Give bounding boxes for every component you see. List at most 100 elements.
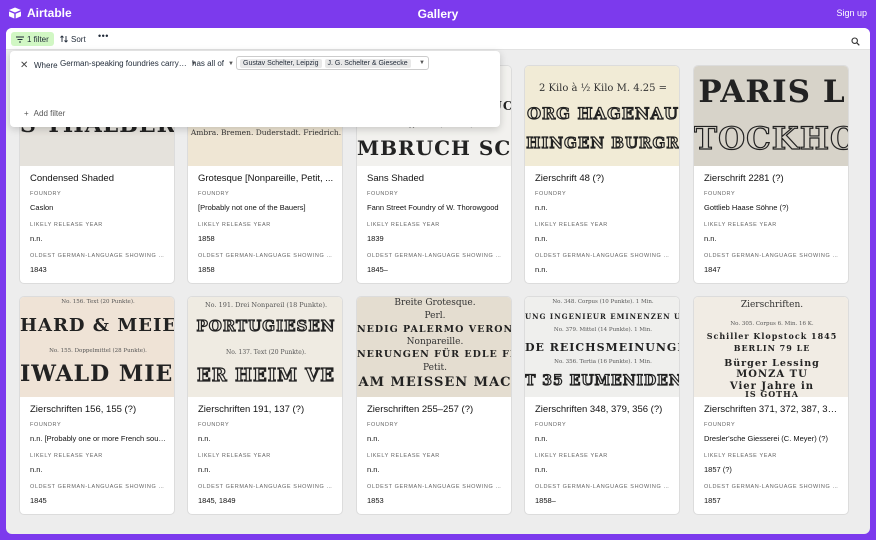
search-icon — [851, 37, 860, 46]
search-button[interactable] — [851, 33, 860, 51]
card-specimen-image: PARIS L TOCKHOL — [694, 66, 848, 166]
gallery-card[interactable]: No. 156. Text (20 Punkte). HARD & MEIER No… — [19, 296, 175, 515]
view-toolbar: 1 filter Sort ••• — [6, 28, 870, 50]
oldest-showing-value: 1857 — [704, 496, 721, 505]
foundry-value: n.n. [Probably one or more French source… — [30, 434, 166, 443]
card-title: Zierschriften 255–257 (?) — [367, 404, 474, 415]
oldest-showing-label: Oldest German-language showing I've… — [704, 253, 840, 259]
specimen-text: HINGEN BURGR — [526, 133, 680, 152]
specimen-text: No. 137. Text (20 Punkte). — [225, 349, 307, 356]
sign-up-link[interactable]: Sign up — [836, 8, 867, 18]
specimen-text: No. 348. Corpus (10 Punkte). 1 Min. — [552, 299, 654, 305]
gallery-card[interactable]: Zierschriften. No. 305. Corpus 6. Min. 16… — [693, 296, 849, 515]
card-specimen-image: No. 191. Drei Nonpareil (18 Punkte). PORT… — [188, 297, 342, 397]
sort-button[interactable]: Sort — [60, 32, 86, 46]
release-year-label: Likely release year — [198, 453, 271, 459]
app-header: Airtable Gallery Sign up — [0, 0, 876, 27]
filter-field-select[interactable]: German-speaking foundries carry… ▼ — [60, 59, 197, 68]
card-title: Condensed Shaded — [30, 173, 114, 184]
release-year-label: Likely release year — [367, 222, 440, 228]
specimen-text: AM MEISSEN MAC — [358, 375, 512, 390]
specimen-text: MBRUCH SCHUR — [357, 136, 512, 160]
specimen-text: Nonpareille. — [406, 337, 464, 347]
oldest-showing-value: 1845 — [30, 496, 47, 505]
card-title: Zierschriften 371, 372, 387, 38... — [704, 404, 840, 415]
specimen-text: Breite Grotesque. — [394, 298, 476, 308]
oldest-showing-label: Oldest German-language showing I've… — [535, 253, 671, 259]
release-year-value: 1858 — [198, 234, 215, 243]
card-specimen-image: Zierschriften. No. 305. Corpus 6. Min. 16… — [694, 297, 848, 397]
specimen-text: NERUNGEN FÜR EDLE FR — [357, 349, 512, 360]
foundry-label: Foundry — [367, 422, 399, 428]
foundry-value: n.n. — [367, 434, 380, 443]
filter-button-label: 1 filter — [27, 34, 49, 44]
specimen-text: UNG INGENIEUR EMINENZEN UNIV — [525, 312, 679, 321]
oldest-showing-value: 1847 — [704, 265, 721, 274]
oldest-showing-label: Oldest German-language showing I've… — [535, 484, 671, 490]
card-title: Zierschriften 348, 379, 356 (?) — [535, 404, 663, 415]
foundry-label: Foundry — [535, 191, 567, 197]
oldest-showing-label: Oldest German-language showing I've… — [30, 253, 166, 259]
specimen-text: No. 379. Mittel (14 Punkte). 1 Min. — [553, 327, 653, 333]
release-year-value: n.n. — [535, 234, 548, 243]
foundry-label: Foundry — [704, 422, 736, 428]
foundry-label: Foundry — [30, 191, 62, 197]
filter-value-chip: J. G. Schelter & Giesecke — [324, 58, 411, 68]
remove-condition-close-icon[interactable]: ✕ — [20, 60, 28, 71]
release-year-value: n.n. — [30, 465, 43, 474]
specimen-text: T 35 EUMENIDEN 82 V — [525, 372, 680, 389]
oldest-showing-label: Oldest German-language showing I've… — [367, 253, 503, 259]
card-specimen-image: No. 348. Corpus (10 Punkte). 1 Min. UNG I… — [525, 297, 680, 397]
oldest-showing-label: Oldest German-language showing I've… — [367, 484, 503, 490]
gallery-card[interactable]: No. 191. Drei Nonpareil (18 Punkte). PORT… — [187, 296, 343, 515]
gallery-card[interactable]: No. 348. Corpus (10 Punkte). 1 Min. UNG I… — [524, 296, 680, 515]
foundry-value: Caslon — [30, 203, 54, 212]
foundry-label: Foundry — [367, 191, 399, 197]
filter-icon — [16, 36, 24, 42]
filter-operator-select[interactable]: has all of ▼ — [192, 59, 234, 68]
specimen-text: BERLIN 79 LE — [733, 343, 811, 353]
specimen-text: Schiller Klopstock 1845 — [706, 331, 838, 341]
specimen-text: PORTUGIESEN — [196, 316, 336, 335]
specimen-text: No. 156. Text (20 Punkte). — [61, 299, 135, 305]
specimen-text: No. 155. Doppelmittel (28 Punkte). — [49, 348, 147, 354]
plus-icon: + — [24, 109, 29, 118]
add-filter-button[interactable]: + Add filter — [24, 109, 65, 118]
filter-values-select[interactable]: Gustav Schelter, Leipzig J. G. Schelter … — [236, 56, 429, 70]
foundry-label: Foundry — [535, 422, 567, 428]
specimen-text: IS GOTHA — [745, 389, 799, 397]
more-options-button[interactable]: ••• — [98, 31, 109, 41]
gallery-card[interactable]: Breite Grotesque. Perl. NEDIG PALERMO VERO… — [356, 296, 512, 515]
filter-button[interactable]: 1 filter — [11, 32, 54, 46]
oldest-showing-value: 1858 — [198, 265, 215, 274]
release-year-value: 1839 — [367, 234, 384, 243]
release-year-label: Likely release year — [30, 453, 103, 459]
card-title: Zierschrift 2281 (?) — [704, 173, 784, 184]
oldest-showing-value: 1843 — [30, 265, 47, 274]
specimen-text: DE REICHSMEINUNGEN HO — [525, 341, 679, 354]
gallery-card[interactable]: PARIS L TOCKHOL Zierschrift 2281 (?) Foundr… — [693, 65, 849, 284]
release-year-label: Likely release year — [198, 222, 271, 228]
card-title: Grotesque [Nonpareille, Petit, ... — [198, 173, 334, 184]
card-specimen-image: No. 156. Text (20 Punkte). HARD & MEIER No… — [20, 297, 174, 397]
specimen-text: MONZA TU — [736, 369, 808, 380]
chevron-down-icon: ▼ — [419, 60, 425, 66]
sort-icon — [60, 35, 68, 43]
foundry-label: Foundry — [198, 191, 230, 197]
specimen-text: PARIS L — [698, 74, 846, 110]
oldest-showing-label: Oldest German-language showing I've… — [198, 484, 334, 490]
card-title: Sans Shaded — [367, 173, 425, 184]
foundry-value: Dresler'sche Giesserei (C. Meyer) (?) — [704, 434, 828, 443]
sort-button-label: Sort — [71, 34, 86, 44]
release-year-value: n.n. — [704, 234, 717, 243]
filter-field-value: German-speaking foundries carry… — [60, 59, 187, 68]
oldest-showing-label: Oldest German-language showing I've… — [30, 484, 166, 490]
foundry-value: n.n. — [535, 203, 548, 212]
foundry-label: Foundry — [198, 422, 230, 428]
release-year-value: n.n. — [367, 465, 380, 474]
specimen-text: ORG HAGENAU — [526, 103, 679, 123]
card-title: Zierschrift 48 (?) — [535, 173, 605, 184]
card-specimen-image: 2 Kilo à ½ Kilo M. 4.25 = ORG HAGENAU HING… — [525, 66, 680, 166]
gallery-card[interactable]: 2 Kilo à ½ Kilo M. 4.25 = ORG HAGENAU HING… — [524, 65, 680, 284]
specimen-text: NEDIG PALERMO VERONA R — [357, 324, 511, 335]
